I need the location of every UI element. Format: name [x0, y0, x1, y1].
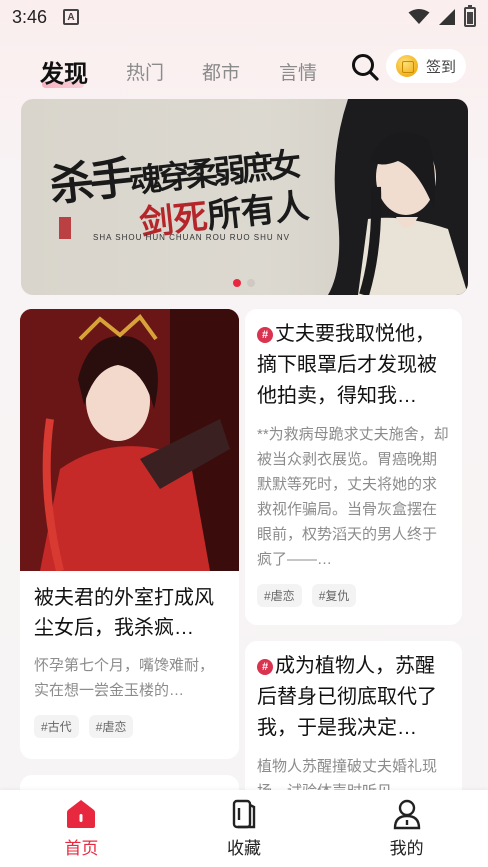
book-title-text: 丈夫要我取悦他，摘下眼罩后才发现被他拍卖，得知我… [257, 323, 437, 407]
nav-label: 首页 [64, 839, 99, 858]
book-card[interactable]: #成为植物人，苏醒后替身已彻底取代了我，于是我决定… 植物人苏醒撞破丈夫婚礼现场… [245, 641, 462, 801]
bookshelf-icon [232, 799, 256, 829]
book-cover-image [20, 309, 239, 571]
checkin-button[interactable]: 签到 [386, 49, 466, 83]
nav-home[interactable]: 首页 [31, 798, 131, 859]
banner-title-part1: 杀手 [47, 152, 133, 212]
tab-urban[interactable]: 都市 [202, 58, 240, 85]
checkin-label: 签到 [426, 58, 457, 76]
seal-stamp [59, 217, 71, 239]
book-card[interactable]: # 丈夫要我取悦他，摘下眼罩后才发现被他拍卖，得知我… **为救病母跪求丈夫施舍，… [245, 309, 462, 625]
home-icon [67, 800, 96, 828]
tab-hot[interactable]: 热门 [126, 58, 164, 85]
book-description: 怀孕第七个月，嘴馋难耐，实在想一尝金玉楼的… [34, 657, 215, 699]
tag[interactable]: #虐恋 [88, 715, 134, 738]
tag-list: #虐恋 #复仇 [245, 584, 462, 607]
tag[interactable]: #复仇 [311, 584, 357, 607]
profile-icon [393, 799, 420, 830]
nav-label: 收藏 [226, 839, 261, 858]
search-icon[interactable] [350, 52, 380, 82]
status-time: 3:46 [12, 6, 48, 27]
carousel-dots [233, 279, 255, 287]
battery-icon [464, 5, 476, 27]
tag[interactable]: #古代 [34, 715, 79, 738]
book-title-text: 成为植物人，苏醒后替身已彻底取代了我，于是我决定… [257, 655, 437, 739]
hashtag-badge-icon: # [257, 659, 273, 675]
banner-carousel[interactable]: 杀手魂穿柔弱庶女 剑死所有人 SHA SHOU HUN CHUAN ROU RU… [21, 99, 468, 295]
book-title: 被夫君的外室打成风尘女后，我杀疯… [34, 587, 214, 639]
nav-label: 我的 [389, 839, 424, 858]
banner-pinyin: SHA SHOU HUN CHUAN ROU RUO SHU NV [93, 233, 291, 242]
notification-icon: A [63, 9, 80, 25]
book-card[interactable]: 被夫君的外室打成风尘女后，我杀疯… 怀孕第七个月，嘴馋难耐，实在想一尝金玉楼的…… [20, 309, 239, 759]
status-bar: 3:46 A [0, 0, 488, 34]
bottom-nav: 首页 收藏 我的 [0, 790, 488, 867]
tab-romance[interactable]: 言情 [279, 58, 317, 85]
book-title: # 丈夫要我取悦他，摘下眼罩后才发现被他拍卖，得知我… [245, 319, 462, 412]
cover-illustration [20, 309, 239, 571]
carousel-dot[interactable] [247, 279, 255, 287]
signal-icon [439, 9, 455, 25]
book-description: **为救病母跪求丈夫施舍，却被当众剥衣展览。胃癌晚期默默等死时，丈夫将她的求救视… [257, 426, 449, 568]
tag[interactable]: #虐恋 [257, 584, 302, 607]
banner-character-illustration [328, 99, 468, 295]
coin-icon [396, 55, 418, 77]
tab-discover[interactable]: 发现 [40, 54, 88, 89]
hashtag-badge-icon: # [257, 327, 273, 343]
carousel-dot[interactable] [233, 279, 241, 287]
status-icons [408, 5, 476, 27]
nav-bookshelf[interactable]: 收藏 [194, 798, 294, 859]
tag-list: #古代 #虐恋 [20, 715, 239, 738]
nav-profile[interactable]: 我的 [357, 798, 457, 859]
book-title: # 成为植物人，苏醒后替身已彻底取代了我，于是我决定… [245, 651, 462, 744]
wifi-icon [408, 9, 430, 24]
banner-title-part4: 所有人 [205, 186, 311, 237]
top-nav: 发现 热门 都市 言情 签到 [0, 44, 488, 98]
